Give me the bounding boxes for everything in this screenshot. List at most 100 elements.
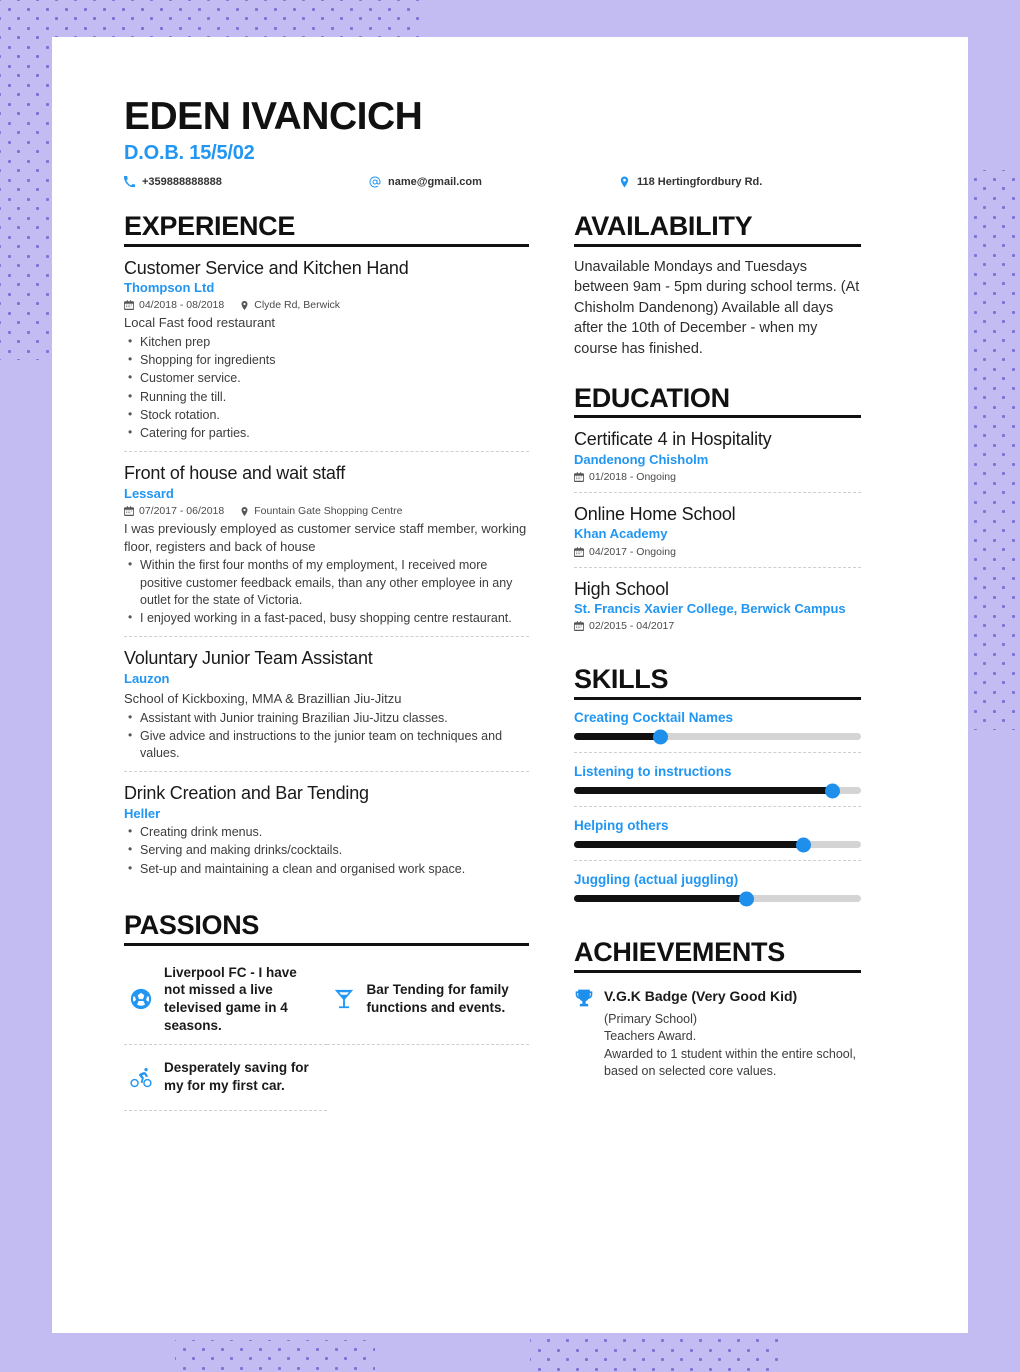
contact-address[interactable]: 118 Hertingfordbury Rd. <box>619 176 762 188</box>
date-of-birth: D.O.B. 15/5/02 <box>124 141 255 164</box>
skill-slider[interactable] <box>574 783 861 799</box>
education-section: EDUCATION Certificate 4 in Hospitality Da… <box>574 382 861 642</box>
education-school: St. Francis Xavier College, Berwick Camp… <box>574 601 846 617</box>
education-school: Khan Academy <box>574 526 668 542</box>
education-entry: Certificate 4 in Hospitality Dandenong Ch… <box>574 428 861 492</box>
section-title-passions: PASSIONS <box>124 909 260 940</box>
section-divider <box>574 969 861 973</box>
experience-bullet: Give advice and instructions to the juni… <box>124 727 529 763</box>
map-pin-icon <box>240 300 249 311</box>
experience-description: I was previously employed as customer se… <box>124 521 527 554</box>
experience-role: Customer Service and Kitchen Hand <box>124 257 409 278</box>
experience-meta: 04/2018 - 08/2018 Clyde Rd, Berwick <box>124 299 529 311</box>
candidate-name: EDEN IVANCICH <box>124 95 423 138</box>
skill-knob[interactable] <box>796 837 812 853</box>
skill-label: Listening to instructions <box>574 764 732 780</box>
experience-bullet: Customer service. <box>124 369 529 387</box>
trophy-icon <box>574 987 604 1080</box>
education-date: 02/2015 - 04/2017 <box>574 620 674 632</box>
education-date: 04/2017 - Ongoing <box>574 546 676 558</box>
experience-bullet: Within the first four months of my emplo… <box>124 556 529 609</box>
passion-text: Bar Tending for family functions and eve… <box>366 982 509 1016</box>
skill-item: Juggling (actual juggling) <box>574 860 861 914</box>
calendar-icon <box>574 546 584 557</box>
skill-slider[interactable] <box>574 729 861 745</box>
section-title-skills: SKILLS <box>574 664 669 695</box>
section-title-availability: AVAILABILITY <box>574 210 753 241</box>
experience-entry: Drink Creation and Bar TendingHeller Crea… <box>124 771 529 887</box>
skill-label: Helping others <box>574 818 669 834</box>
experience-location: Fountain Gate Shopping Centre <box>240 505 403 517</box>
section-divider <box>124 243 529 247</box>
achievements-section: ACHIEVEMENTS V.G.K Badge (Very Good Kid)… <box>574 937 861 1080</box>
experience-bullet: Running the till. <box>124 388 529 406</box>
achievement-title: V.G.K Badge (Very Good Kid) <box>604 987 798 1004</box>
experience-organization: Lauzon <box>124 670 170 686</box>
at-icon <box>369 176 381 188</box>
passion-text: Desperately saving for my for my first c… <box>164 1060 309 1094</box>
section-divider <box>574 243 861 247</box>
education-entry: High School St. Francis Xavier College, B… <box>574 566 861 642</box>
calendar-icon <box>124 300 134 311</box>
experience-bullet: Kitchen prep <box>124 333 529 351</box>
skills-list: Creating Cocktail Names Listening to inst… <box>574 710 861 914</box>
experience-bullet-list: Assistant with Junior training Brazilian… <box>124 709 529 763</box>
availability-text: Unavailable Mondays and Tuesdays between… <box>574 258 860 357</box>
phone-icon <box>124 176 135 188</box>
experience-bullet: Catering for parties. <box>124 424 529 442</box>
contact-phone[interactable]: +359888888888 <box>124 176 369 188</box>
passion-item: Desperately saving for my for my first c… <box>124 1045 327 1112</box>
skill-knob[interactable] <box>824 783 840 799</box>
education-meta: 02/2015 - 04/2017 <box>574 620 861 632</box>
skills-section: SKILLS Creating Cocktail Names Listening … <box>574 665 861 914</box>
education-list: Certificate 4 in Hospitality Dandenong Ch… <box>574 428 861 641</box>
resume-header: EDEN IVANCICH D.O.B. 15/5/02 +3598888888… <box>124 95 916 188</box>
skill-slider[interactable] <box>574 891 861 907</box>
soccer-ball-icon <box>124 988 158 1010</box>
section-title-education: EDUCATION <box>574 382 730 413</box>
experience-bullet: I enjoyed working in a fast-paced, busy … <box>124 609 529 627</box>
calendar-icon <box>574 471 584 482</box>
section-divider <box>574 697 861 701</box>
skill-knob[interactable] <box>652 729 668 745</box>
experience-list: Customer Service and Kitchen Hand Thompso… <box>124 257 529 887</box>
calendar-icon <box>124 506 134 517</box>
experience-role: Drink Creation and Bar Tending <box>124 783 369 804</box>
education-meta: 04/2017 - Ongoing <box>574 546 861 558</box>
experience-meta: 07/2017 - 06/2018 Fountain Gate Shopping … <box>124 505 529 517</box>
cocktail-glass-icon <box>327 988 361 1010</box>
skill-slider[interactable] <box>574 837 861 853</box>
education-date: 01/2018 - Ongoing <box>574 471 676 483</box>
experience-section: EXPERIENCE Customer Service and Kitchen … <box>124 210 529 887</box>
experience-bullet-list: Within the first four months of my emplo… <box>124 556 529 627</box>
experience-bullet-list: Kitchen prepShopping for ingredientsCust… <box>124 333 529 443</box>
contact-email[interactable]: name@gmail.com <box>369 176 619 188</box>
skill-item: Helping others <box>574 806 861 860</box>
section-divider <box>124 942 529 946</box>
experience-organization: Thompson Ltd <box>124 280 215 296</box>
section-title-experience: EXPERIENCE <box>124 210 296 241</box>
skill-knob[interactable] <box>738 891 754 907</box>
education-school: Dandenong Chisholm <box>574 451 709 467</box>
experience-organization: Heller <box>124 805 161 821</box>
experience-date: 04/2018 - 08/2018 <box>124 299 224 311</box>
skill-item: Creating Cocktail Names <box>574 710 861 752</box>
contact-row: +359888888888 name@gmail.com 118 Herting… <box>124 176 916 188</box>
experience-description: Local Fast food restaurant <box>124 315 276 331</box>
experience-bullet-list: Creating drink menus.Serving and making … <box>124 823 529 878</box>
education-meta: 01/2018 - Ongoing <box>574 471 861 483</box>
background-dot-pattern-bottom-left <box>175 1340 375 1372</box>
email-value: name@gmail.com <box>388 175 482 188</box>
experience-bullet: Shopping for ingredients <box>124 351 529 369</box>
experience-bullet: Set-up and maintaining a clean and organ… <box>124 860 529 878</box>
experience-bullet: Stock rotation. <box>124 406 529 424</box>
cyclist-icon <box>124 1066 158 1088</box>
experience-bullet: Creating drink menus. <box>124 823 529 841</box>
achievement-item: V.G.K Badge (Very Good Kid) (Primary Scho… <box>574 983 861 1080</box>
resume-body: EXPERIENCE Customer Service and Kitchen … <box>124 210 916 1119</box>
passion-text: Liverpool FC - I have not missed a live … <box>164 964 297 1034</box>
calendar-icon <box>574 621 584 632</box>
address-value: 118 Hertingfordbury Rd. <box>637 175 763 188</box>
achievement-description: (Primary School) Teachers Award. Awarded… <box>604 1012 857 1078</box>
skill-fill <box>574 787 833 795</box>
